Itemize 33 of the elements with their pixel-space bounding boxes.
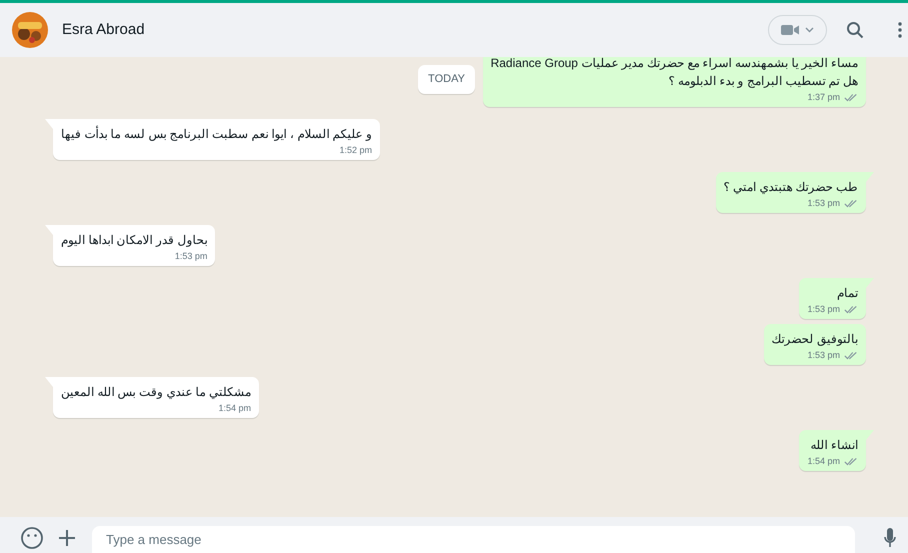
date-badge: TODAY (418, 65, 475, 94)
double-check-icon (844, 198, 858, 208)
menu-icon[interactable] (898, 22, 902, 38)
double-check-icon (844, 456, 858, 466)
message-time: 1:37 pm (807, 91, 840, 103)
message-time: 1:53 pm (807, 197, 840, 209)
double-check-icon (844, 304, 858, 314)
double-check-icon (844, 350, 858, 360)
message-text: و عليكم السلام ، ايوا نعم سطبت البرنامج بس لسه ما بدأت فيها (61, 125, 372, 143)
message-text: مساء الخير يا بشمهندسه اسراء مع حضرتك مدير عمليات Radiance Group هل تم تسطيب البرامج و بدء الدبلومه ؟ (490, 57, 858, 90)
double-check-icon (844, 92, 858, 102)
message-text: بحاول قدر الامكان ابداها اليوم (61, 232, 208, 249)
message-time: 1:53 pm (174, 250, 208, 262)
message-text: انشاء الله (810, 437, 858, 454)
avatar[interactable] (12, 12, 48, 48)
message-text: طب حضرتك هتبتدي امتي ؟ (724, 179, 858, 196)
plus-icon[interactable] (58, 529, 76, 547)
chevron-down-icon (805, 27, 814, 33)
message-time: 1:52 pm (339, 144, 372, 156)
microphone-icon[interactable] (884, 528, 896, 548)
message-text: تمام (836, 285, 858, 302)
message-text: مشكلتي ما عندي وقت بس الله المعين (61, 384, 252, 401)
video-camera-icon (781, 24, 799, 36)
message-time: 1:54 pm (807, 455, 840, 467)
message-time: 1:54 pm (218, 402, 252, 414)
message-time: 1:53 pm (807, 349, 840, 361)
message-input[interactable]: Type a message (92, 526, 855, 553)
contact-name[interactable]: Esra Abroad (62, 18, 145, 42)
message-time: 1:53 pm (807, 303, 840, 315)
search-icon[interactable] (846, 21, 864, 39)
emoji-icon[interactable] (20, 526, 44, 550)
video-call-button[interactable] (768, 15, 827, 45)
message-text: بالتوفيق لحضرتك (772, 331, 858, 348)
